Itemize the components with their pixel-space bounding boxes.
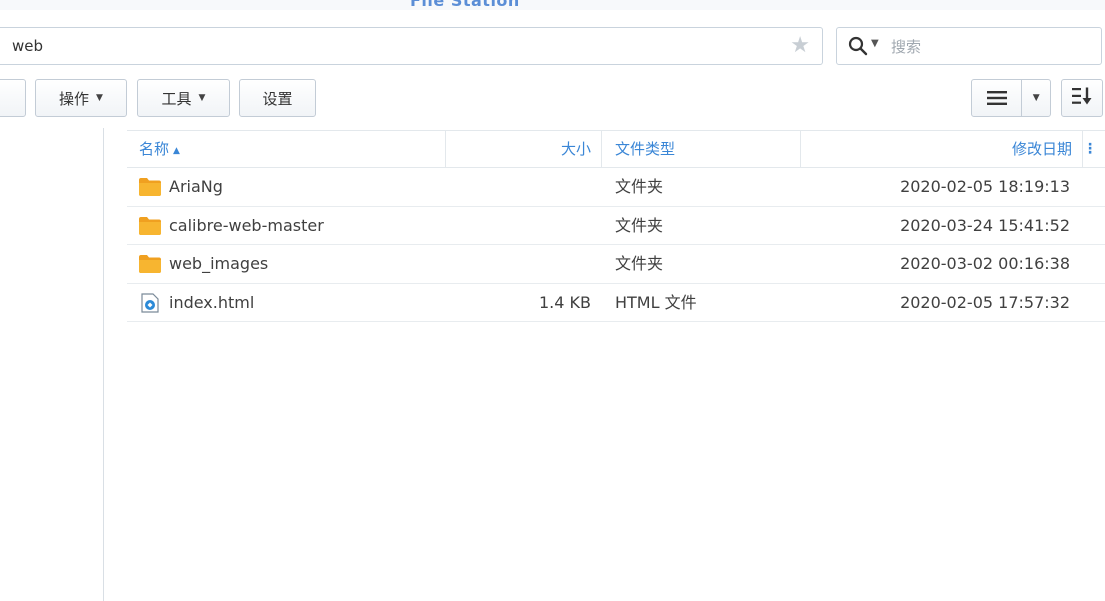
search-input[interactable] xyxy=(889,34,1093,60)
file-name: calibre-web-master xyxy=(169,215,324,235)
file-name-cell[interactable]: AriaNg xyxy=(139,168,223,206)
file-row[interactable]: calibre-web-master 文件夹 2020-03-24 15:41:52 xyxy=(127,207,1105,245)
file-modified-date: 2020-02-05 17:57:32 xyxy=(900,292,1070,312)
file-row[interactable]: AriaNg 文件夹 2020-02-05 18:19:13 xyxy=(127,168,1105,207)
sort-ascending-icon: ▲ xyxy=(173,146,180,156)
file-name: web_images xyxy=(169,254,269,273)
column-divider[interactable] xyxy=(445,131,446,167)
file-name-cell[interactable]: calibre-web-master xyxy=(139,207,324,245)
sort-icon xyxy=(1072,87,1092,109)
settings-label: 设置 xyxy=(262,89,293,108)
file-station-window: File Station web ★ ▼ 操作 ▼ 工具 ▼ 设置 xyxy=(0,0,1105,601)
file-modified-date: 2020-03-02 00:16:38 xyxy=(900,254,1070,273)
path-text[interactable]: web xyxy=(12,37,43,55)
search-box[interactable]: ▼ xyxy=(836,27,1102,65)
toolbar-partial-button[interactable] xyxy=(0,79,26,117)
window-title: File Station xyxy=(410,0,520,10)
file-type: 文件夹 xyxy=(615,215,664,235)
folder-icon xyxy=(139,216,161,236)
search-options-caret-icon[interactable]: ▼ xyxy=(871,38,879,49)
left-panel-divider xyxy=(103,128,104,601)
column-header-size[interactable]: 大小 xyxy=(561,131,591,167)
chevron-down-icon: ▼ xyxy=(96,93,103,103)
file-name-cell[interactable]: web_images xyxy=(139,245,268,283)
search-icon[interactable] xyxy=(848,36,868,56)
column-header-name[interactable]: 名称 ▲ xyxy=(139,131,180,167)
file-row[interactable]: web_images 文件夹 2020-03-02 00:16:38 xyxy=(127,245,1105,284)
tools-menu-label: 工具 xyxy=(161,89,192,108)
action-menu-button[interactable]: 操作 ▼ xyxy=(35,79,127,117)
tools-menu-button[interactable]: 工具 ▼ xyxy=(137,79,230,117)
file-name: index.html xyxy=(169,292,255,312)
folder-icon xyxy=(139,177,161,197)
column-header-type[interactable]: 文件类型 xyxy=(615,131,675,167)
list-view-icon[interactable] xyxy=(972,80,1023,116)
file-type: HTML 文件 xyxy=(615,292,697,312)
column-divider[interactable] xyxy=(601,131,602,167)
file-size: 1.4 KB xyxy=(539,292,591,312)
file-type: 文件夹 xyxy=(615,177,664,196)
column-header-modified[interactable]: 修改日期 xyxy=(1012,131,1072,167)
action-menu-label: 操作 xyxy=(59,89,90,108)
file-row[interactable]: index.html 1.4 KB HTML 文件 2020-02-05 17:57:… xyxy=(127,284,1105,322)
file-list-header: 名称 ▲ 大小 文件类型 修改日期 ⋮ xyxy=(127,130,1105,168)
folder-icon xyxy=(139,254,161,274)
html-file-icon xyxy=(139,292,161,313)
file-name-cell[interactable]: index.html xyxy=(139,284,254,322)
file-modified-date: 2020-02-05 18:19:13 xyxy=(900,177,1070,196)
sort-button[interactable] xyxy=(1061,79,1103,117)
settings-button[interactable]: 设置 xyxy=(239,79,316,117)
column-divider[interactable] xyxy=(800,131,801,167)
file-modified-date: 2020-03-24 15:41:52 xyxy=(900,215,1070,235)
title-bar: File Station xyxy=(0,0,1105,10)
file-name: AriaNg xyxy=(169,177,223,196)
favorite-star-icon[interactable]: ★ xyxy=(790,33,810,58)
path-bar[interactable]: web ★ xyxy=(0,27,823,65)
view-mode-caret-icon[interactable]: ▼ xyxy=(1022,93,1050,103)
column-header-name-label: 名称 xyxy=(139,140,170,158)
file-type: 文件夹 xyxy=(615,254,664,273)
chevron-down-icon: ▼ xyxy=(198,93,206,103)
file-list: 名称 ▲ 大小 文件类型 修改日期 ⋮ AriaNg 文件夹 2020-02-05 1… xyxy=(127,130,1105,322)
column-options-icon[interactable]: ⋮ xyxy=(1083,131,1097,167)
view-mode-button[interactable]: ▼ xyxy=(971,79,1051,117)
